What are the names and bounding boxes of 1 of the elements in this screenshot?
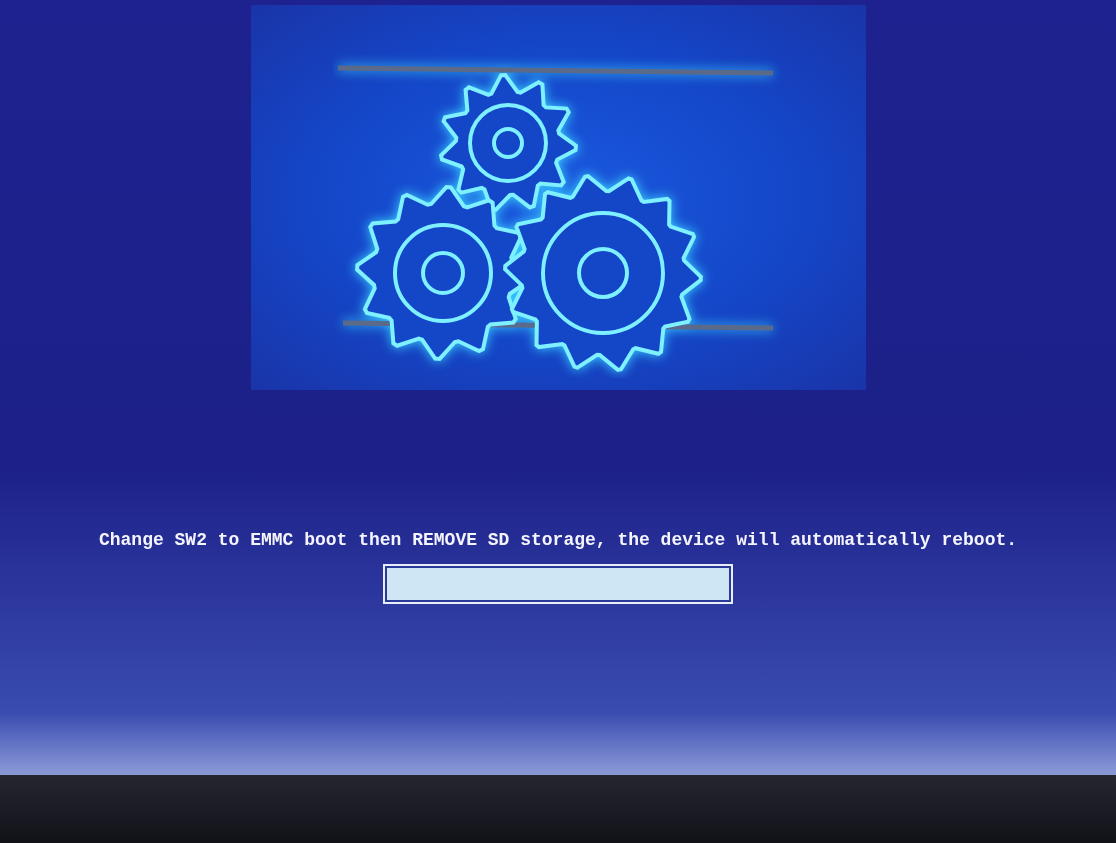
instruction-text: Change SW2 to EMMC boot then REMOVE SD storage, the device will automatically reboot. — [98, 530, 1018, 550]
